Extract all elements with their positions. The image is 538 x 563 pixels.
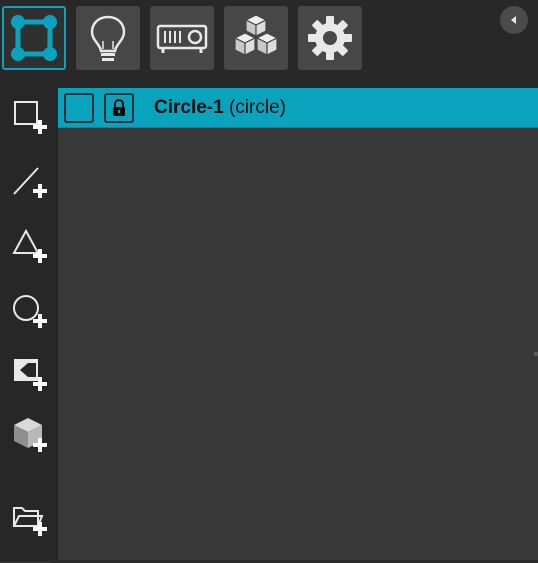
- add-rectangle-icon: [14, 101, 47, 134]
- tab-projector[interactable]: [150, 6, 214, 70]
- add-mask-icon: [14, 359, 47, 391]
- chevron-left-icon: [511, 16, 516, 24]
- collapse-panel-button[interactable]: [500, 6, 528, 34]
- open-folder-add-icon: [13, 507, 47, 536]
- add-cube-icon: [14, 418, 47, 452]
- add-cube-button[interactable]: [8, 412, 52, 456]
- node-graph-icon: [11, 15, 57, 61]
- add-line-button[interactable]: [8, 158, 52, 202]
- add-line-icon: [13, 167, 47, 198]
- tab-settings[interactable]: [298, 6, 362, 70]
- object-type: (circle): [228, 97, 286, 118]
- projector-icon: [156, 24, 208, 53]
- top-toolbar: [0, 0, 538, 88]
- lightbulb-icon: [90, 15, 126, 61]
- object-name: Circle-1: [154, 97, 224, 118]
- add-mask-button[interactable]: [8, 351, 52, 395]
- add-circle-button[interactable]: [8, 288, 52, 332]
- add-rectangle-button[interactable]: [8, 94, 52, 138]
- list-item-label: Circle-1 (circle): [154, 97, 286, 119]
- cubes-icon: [233, 14, 279, 56]
- lock-icon: [113, 99, 125, 116]
- tool-sidebar: [0, 88, 58, 563]
- add-triangle-button[interactable]: [8, 223, 52, 267]
- add-triangle-icon: [12, 228, 47, 263]
- visibility-checkbox[interactable]: [64, 93, 94, 123]
- open-folder-button[interactable]: [8, 496, 52, 540]
- tab-models[interactable]: [224, 6, 288, 70]
- scroll-edge-marker: [534, 352, 538, 356]
- list-item[interactable]: Circle-1 (circle): [58, 88, 538, 128]
- tab-lights[interactable]: [76, 6, 140, 70]
- object-list-panel: Circle-1 (circle): [58, 88, 538, 560]
- lock-toggle[interactable]: [104, 93, 134, 123]
- add-circle-icon: [13, 295, 47, 328]
- gear-icon: [308, 16, 352, 60]
- tab-nodes[interactable]: [2, 6, 66, 70]
